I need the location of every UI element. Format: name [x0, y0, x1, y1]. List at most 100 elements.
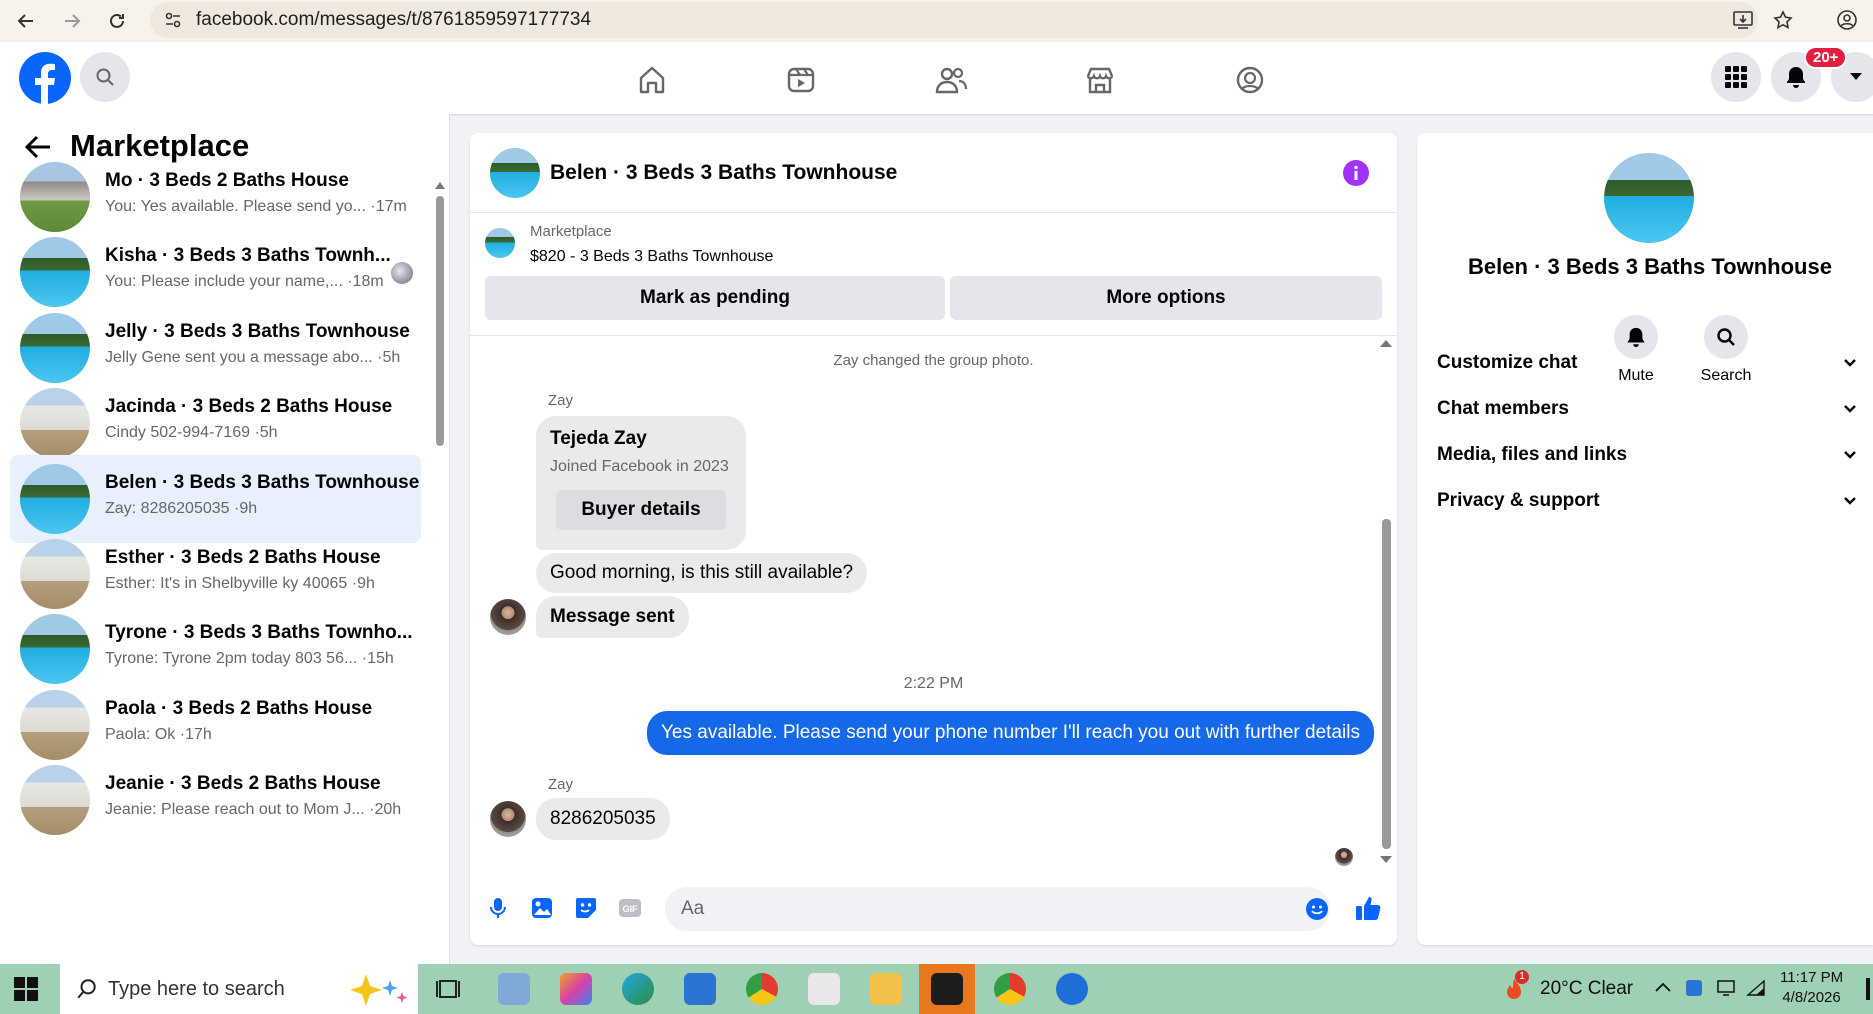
tray-security-icon[interactable]	[1685, 979, 1703, 997]
site-settings-icon[interactable]	[164, 11, 182, 29]
conversation-thumbnail	[20, 162, 90, 232]
search-button[interactable]	[80, 52, 130, 102]
address-bar[interactable]: facebook.com/messages/t/8761859597177734	[150, 2, 1793, 38]
conversation-item[interactable]: Jacinda · 3 Beds 2 Baths House Cindy 502-…	[10, 379, 421, 467]
details-section-label: Media, files and links	[1437, 444, 1628, 465]
conversation-preview: Zay: 8286205035 ·9h	[105, 499, 258, 517]
profile-icon[interactable]	[1836, 9, 1858, 31]
taskbar-app-snip-icon[interactable]	[808, 973, 840, 1005]
chat-title[interactable]: Belen · 3 Beds 3 Baths Townhouse	[550, 161, 897, 185]
details-section[interactable]: Privacy & support	[1437, 481, 1857, 521]
facebook-logo-icon[interactable]	[19, 52, 71, 104]
taskbar-app-copilot-icon[interactable]	[560, 973, 592, 1005]
sender-avatar[interactable]	[490, 599, 526, 635]
details-title: Belen · 3 Beds 3 Baths Townhouse	[1468, 254, 1832, 279]
buyer-details-button[interactable]: Buyer details	[556, 490, 726, 530]
gif-icon[interactable]: GIF	[618, 896, 642, 920]
conversation-title: Belen · 3 Beds 3 Baths Townhouse	[105, 471, 420, 493]
taskbar-app-sticky-icon[interactable]	[931, 973, 963, 1005]
taskbar-app-chrome-profile-icon[interactable]	[994, 973, 1026, 1005]
taskbar-app-photos-icon[interactable]	[498, 973, 530, 1005]
nav-gaming-icon[interactable]	[1230, 60, 1270, 100]
task-view-icon[interactable]	[436, 977, 460, 1001]
conversation-title: Jelly · 3 Beds 3 Baths Townhouse	[105, 320, 410, 342]
forward-icon[interactable]	[54, 3, 90, 39]
chat-scrollbar[interactable]	[1379, 336, 1393, 866]
conversation-preview: You: Please include your name,... ·18m	[105, 273, 384, 291]
chat-scroll-thumb[interactable]	[1382, 519, 1391, 849]
menu-grid-button[interactable]	[1711, 52, 1761, 102]
listing-source: Marketplace	[530, 223, 612, 240]
info-icon[interactable]	[1343, 160, 1369, 186]
message-thread: Zay changed the group photo. Zay Tejeda …	[470, 336, 1397, 866]
mark-as-pending-button[interactable]: Mark as pending	[485, 276, 945, 320]
details-section[interactable]: Media, files and links	[1437, 435, 1857, 475]
back-icon[interactable]	[8, 3, 44, 39]
nav-video-icon[interactable]	[781, 60, 821, 100]
tray-display-icon[interactable]	[1716, 979, 1736, 997]
profile-card-subtitle: Joined Facebook in 2023	[550, 458, 729, 475]
emoji-icon[interactable]	[1305, 897, 1329, 921]
conversation-preview: Cindy 502-994-7169 ·5h	[105, 424, 278, 442]
tray-wifi-icon[interactable]	[1746, 979, 1766, 997]
windows-start-icon[interactable]	[14, 977, 38, 1001]
message-bubble-incoming: Good morning, is this still available?	[536, 553, 868, 593]
message-input[interactable]	[665, 887, 1330, 931]
taskbar-search[interactable]: Type here to search	[60, 964, 418, 1014]
system-message: Zay changed the group photo.	[833, 352, 1034, 369]
sidebar-scrollbar[interactable]	[434, 182, 445, 962]
taskbar-app-explorer-icon[interactable]	[870, 973, 902, 1005]
taskbar-app-chrome-icon[interactable]	[746, 973, 778, 1005]
search-icon	[95, 67, 115, 87]
message-bubble-phone: 8286205035	[536, 798, 670, 840]
conversation-title: Mo · 3 Beds 2 Baths House	[105, 170, 349, 191]
notification-badge: 20+	[1804, 46, 1848, 69]
reload-icon[interactable]	[99, 3, 135, 39]
conversation-item[interactable]: Jeanie · 3 Beds 2 Baths House Jeanie: Ple…	[10, 756, 421, 844]
clock[interactable]: 11:17 PM 4/8/2026	[1780, 968, 1843, 1008]
conversation-thumbnail	[20, 312, 90, 383]
taskbar-app-outlook-icon[interactable]	[684, 973, 716, 1005]
chevron-down-icon	[1843, 496, 1857, 506]
details-section[interactable]: Customize chat	[1437, 343, 1857, 383]
read-receipt-avatar	[391, 262, 413, 285]
chevron-down-icon	[1843, 358, 1857, 368]
like-thumb-icon[interactable]	[1354, 894, 1382, 922]
os-taskbar: Type here to search 1 20°C Clear 11:17 P…	[0, 964, 1873, 1014]
conversation-preview: Paola: Ok ·17h	[105, 725, 212, 743]
url-text: facebook.com/messages/t/8761859597177734	[196, 9, 592, 30]
weather-badge: 1	[1515, 970, 1529, 984]
conversation-thumbnail	[20, 614, 90, 685]
details-section-label: Customize chat	[1437, 352, 1578, 373]
grid-icon	[1725, 66, 1747, 88]
details-section[interactable]: Chat members	[1437, 389, 1857, 429]
profile-card: Tejeda Zay Joined Facebook in 2023 Buyer…	[536, 416, 746, 550]
listing-thumbnail[interactable]	[485, 228, 515, 258]
install-app-icon[interactable]	[1732, 10, 1754, 30]
more-options-button[interactable]: More options	[950, 276, 1382, 320]
clock-time: 11:17 PM	[1780, 969, 1844, 986]
show-desktop-edge[interactable]	[1866, 978, 1870, 1000]
bookmark-star-icon[interactable]	[1773, 10, 1793, 30]
chat-thumbnail[interactable]	[490, 148, 540, 198]
nav-home-icon[interactable]	[632, 60, 672, 100]
details-panel: Belen · 3 Beds 3 Baths Townhouse Mute Se…	[1417, 133, 1873, 945]
sticker-icon[interactable]	[574, 896, 598, 920]
tray-chevron-up-icon[interactable]	[1655, 981, 1671, 993]
timestamp: 2:22 PM	[903, 675, 964, 692]
sender-avatar-2[interactable]	[490, 801, 526, 837]
taskbar-app-edge-icon[interactable]	[622, 973, 654, 1005]
svg-text:GIF: GIF	[623, 904, 639, 914]
taskbar-app-edge-2-icon[interactable]	[1056, 973, 1088, 1005]
nav-marketplace-icon[interactable]	[1080, 60, 1120, 100]
conversation-thumbnail	[20, 463, 90, 534]
conversation-title: Kisha · 3 Beds 3 Baths Townh...	[105, 245, 391, 267]
photo-icon[interactable]	[530, 896, 554, 920]
listing-title[interactable]: $820 - 3 Beds 3 Baths Townhouse	[530, 248, 773, 266]
message-bubble-sent-notice: Message sent	[536, 596, 689, 638]
sidebar-scroll-thumb[interactable]	[436, 196, 444, 446]
nav-friends-icon[interactable]	[931, 60, 971, 100]
weather-text[interactable]: 20°C Clear	[1540, 978, 1633, 1000]
details-thumbnail[interactable]	[1604, 153, 1694, 243]
microphone-icon[interactable]	[486, 896, 510, 920]
